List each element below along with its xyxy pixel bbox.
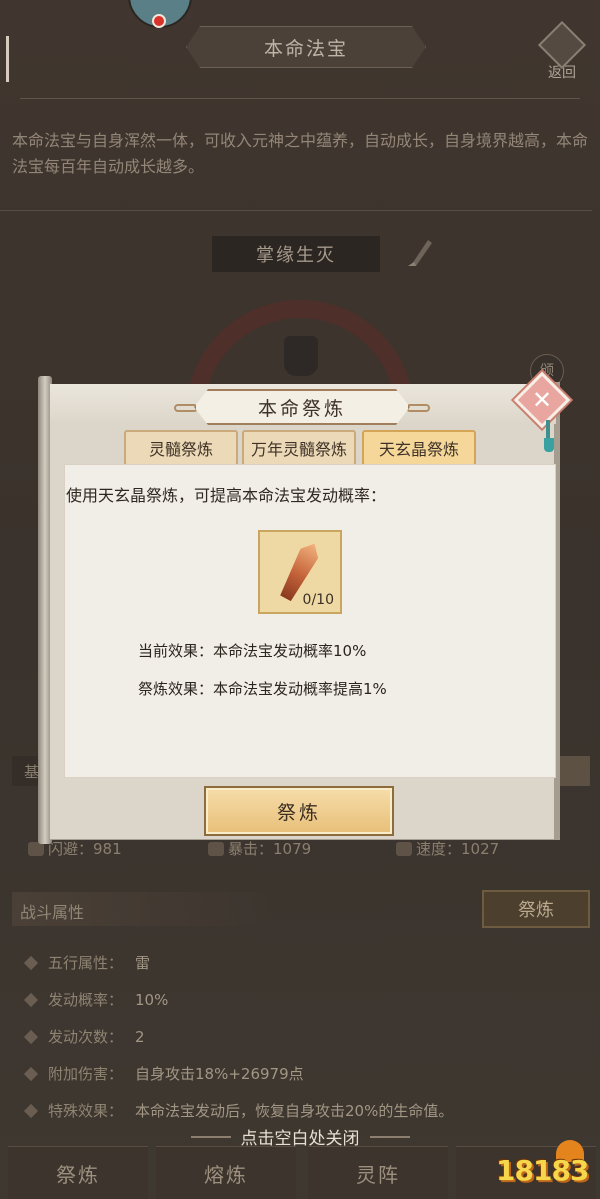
base-attr-button[interactable]	[556, 756, 590, 786]
dodge-icon	[28, 842, 44, 856]
tassel-icon	[544, 438, 554, 452]
divider	[0, 210, 592, 211]
diamond-icon	[23, 1103, 39, 1118]
diamond-icon	[23, 955, 39, 970]
combat-section-title: 战斗属性	[12, 892, 270, 926]
attribute-row: 五行属性：雷	[23, 944, 586, 981]
tab-spirit-marrow[interactable]: 灵髓祭炼	[124, 430, 238, 466]
current-effect: 当前效果：本命法宝发动概率10%	[138, 642, 367, 660]
modal-content-panel	[64, 464, 556, 778]
modal-title: 本命祭炼	[194, 389, 410, 425]
item-count: 0/10	[302, 592, 334, 608]
diamond-icon	[23, 1029, 39, 1044]
attribute-row: 发动次数： 2	[23, 1018, 586, 1055]
treasure-image	[284, 336, 318, 376]
crit-icon	[208, 842, 224, 856]
tab-smelt[interactable]: 熔炼	[156, 1146, 296, 1199]
watermark-logo: 18183	[496, 1140, 596, 1192]
combat-refine-button[interactable]: 祭炼	[482, 890, 590, 928]
tab-ancient-spirit-marrow[interactable]: 万年灵髓祭炼	[242, 430, 356, 466]
treasure-name: 掌缘生灭	[212, 236, 380, 272]
attribute-row: 附加伤害： 自身攻击18%+26979点	[23, 1055, 586, 1092]
page-title: 本命法宝	[186, 26, 426, 68]
intro-description: 本命法宝与自身浑然一体，可收入元神之中蕴养，自动成长，自身境界越高，本命法宝每百…	[12, 131, 589, 176]
item-slot[interactable]: 0/10	[258, 530, 342, 614]
stat-crit: 暴击：1079	[208, 838, 311, 859]
refine-description: 使用天玄晶祭炼，可提高本命法宝发动概率：	[66, 486, 387, 505]
stat-speed: 速度：1027	[396, 838, 499, 859]
ornament-icon	[174, 404, 198, 412]
left-edge-bar	[6, 36, 9, 82]
diamond-icon	[23, 1066, 39, 1081]
divider	[20, 98, 580, 99]
close-icon: ✕	[531, 386, 553, 414]
brush-icon[interactable]	[406, 234, 436, 268]
combat-attribute-list: 五行属性：雷 发动概率： 10% 发动次数： 2 附加伤害： 自身攻击18%+2697…	[23, 944, 586, 1129]
refine-effect: 祭炼效果：本命法宝发动概率提高1%	[138, 680, 387, 698]
ornament-icon	[406, 404, 430, 412]
diamond-icon	[23, 992, 39, 1007]
back-button[interactable]: 返回	[536, 20, 588, 82]
speed-icon	[396, 842, 412, 856]
tab-refine[interactable]: 祭炼	[8, 1146, 148, 1199]
refine-button[interactable]: 祭炼	[204, 786, 394, 836]
attribute-row: 发动概率： 10%	[23, 981, 586, 1018]
tab-formation[interactable]: 灵阵	[308, 1146, 448, 1199]
tab-tianxuan-crystal[interactable]: 天玄晶祭炼	[362, 430, 476, 466]
notification-dot	[152, 14, 166, 28]
